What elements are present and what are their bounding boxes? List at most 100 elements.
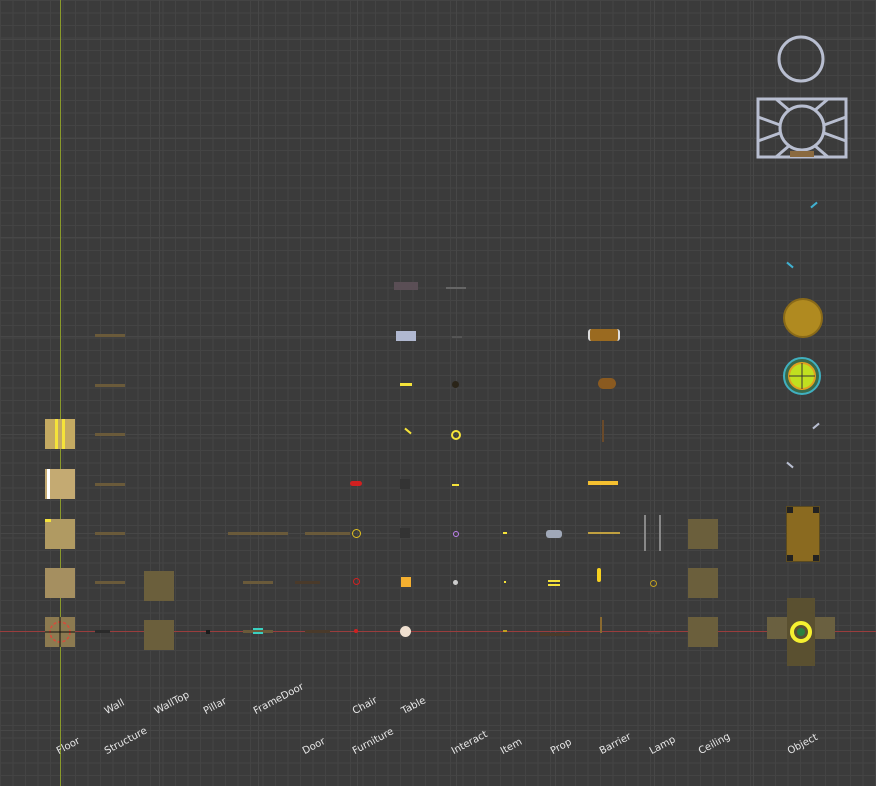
grid-line [0,533,876,534]
chair-round[interactable] [352,529,361,538]
grid-line [0,138,876,139]
label-item: Item [498,736,525,757]
interact-item[interactable] [446,287,466,289]
framedoor-piece[interactable] [228,532,288,535]
object-marker [786,461,794,469]
chair-item[interactable] [354,629,358,633]
grid-line [654,0,655,786]
door-piece[interactable] [295,581,320,584]
label-prop: Prop [548,736,574,757]
label-barrier: Barrier [597,731,634,757]
door-handle [253,632,263,634]
interact-item[interactable] [452,381,459,388]
label-framedoor: FrameDoor [251,681,306,717]
prop[interactable] [546,530,562,538]
table-item[interactable] [400,528,410,538]
framedoor-piece[interactable] [243,581,273,584]
lamp-post[interactable] [644,515,646,551]
barrier[interactable] [598,378,616,389]
barrier[interactable] [600,617,602,633]
chair-red[interactable] [350,481,362,486]
ceiling-block[interactable] [688,617,718,647]
ceiling-block[interactable] [688,568,718,598]
label-ceiling: Ceiling [696,731,733,757]
lamp[interactable] [648,632,660,634]
grid-line [357,0,358,786]
ceiling-block[interactable] [688,519,718,549]
barrier[interactable] [588,329,620,341]
wall-piece[interactable] [95,483,125,486]
lamp-post[interactable] [659,515,661,551]
door-piece[interactable] [305,532,350,535]
prop[interactable] [540,633,570,636]
door-piece[interactable] [305,630,330,633]
crosshair-icon [45,617,75,647]
grid-line [0,336,876,337]
target-object[interactable] [781,355,823,397]
selected-object-highlight[interactable] [789,620,813,644]
grid-line [0,237,876,238]
item[interactable] [504,581,506,583]
label-object: Object [785,731,820,757]
object-marker [812,422,820,430]
walltop-block[interactable] [144,620,174,650]
wall-piece[interactable] [95,334,125,337]
label-lamp: Lamp [647,734,678,757]
chair-item[interactable] [353,578,360,585]
pillar[interactable] [206,630,210,634]
grid-line [159,0,160,786]
wall-piece[interactable] [95,532,125,535]
label-door: Door [300,735,328,757]
barrier[interactable] [588,532,620,534]
label-table: Table [399,695,428,717]
interact-item[interactable] [451,430,461,440]
table-item[interactable] [400,383,412,386]
grid-line [555,0,556,786]
interact-item[interactable] [453,580,458,585]
floor-tile-selected[interactable] [45,617,75,647]
label-floor: Floor [54,735,82,757]
grid-line [0,39,876,40]
wall-piece[interactable] [95,384,125,387]
wall-piece[interactable] [95,630,110,633]
prop[interactable] [548,580,560,582]
item[interactable] [503,532,507,534]
floor-tile[interactable] [45,469,75,499]
point-light-icon[interactable] [775,33,827,85]
wall-piece[interactable] [95,433,125,436]
table-item[interactable] [401,577,411,587]
x-axis-line [0,631,876,632]
scene-viewport[interactable]: Wall WallTop Pillar FrameDoor Chair Tabl… [0,0,876,786]
floor-tile[interactable] [45,568,75,598]
table-item[interactable] [396,331,416,341]
grid-line [0,434,876,435]
floor-tile[interactable] [45,419,75,449]
round-object[interactable] [783,298,823,338]
crate-object[interactable] [786,506,820,562]
label-wall: Wall [102,697,127,717]
interact-item[interactable] [453,531,459,537]
table-top[interactable] [394,282,418,290]
sun-light-icon[interactable] [756,97,848,159]
wall-piece[interactable] [95,581,125,584]
barrier[interactable] [588,481,618,485]
label-chair: Chair [350,694,380,717]
interact-item[interactable] [452,484,459,486]
object-marker [786,261,794,269]
grid-line [753,0,754,786]
label-pillar: Pillar [201,695,229,717]
table-item[interactable] [400,626,411,637]
walltop-block[interactable] [144,571,174,601]
item[interactable] [503,630,507,632]
y-axis-line [60,0,61,786]
interact-item[interactable] [452,336,462,338]
object-marker [810,201,818,209]
table-item[interactable] [400,479,410,489]
barrier[interactable] [597,568,601,582]
barrier[interactable] [602,420,604,442]
grid-line [258,0,259,786]
grid-line [456,0,457,786]
prop[interactable] [548,584,560,586]
floor-tile[interactable] [45,519,75,549]
lamp[interactable] [650,580,657,587]
